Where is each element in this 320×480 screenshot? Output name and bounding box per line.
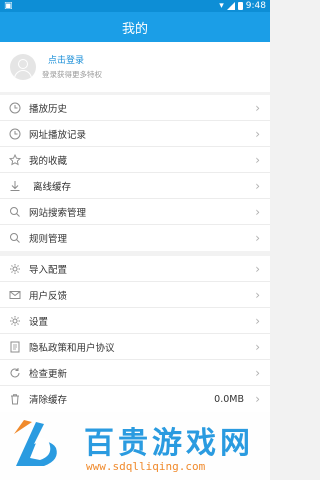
watermark-title: 百贵游戏网	[84, 426, 254, 461]
signal-icon	[226, 2, 235, 10]
watermark-url: www.sdqlliqing.com	[86, 460, 206, 473]
menu-item-import-config[interactable]: 导入配置 ›	[0, 256, 270, 282]
menu-item-label: 网站搜索管理	[29, 207, 87, 219]
menu-item-label: 设置	[29, 316, 49, 328]
chevron-right-icon: ›	[255, 205, 260, 219]
clock-icon	[9, 128, 21, 140]
trash-icon	[9, 393, 21, 405]
chevron-right-icon: ›	[255, 127, 260, 141]
menu-item-label: 清除缓存	[29, 395, 68, 406]
menu-item-label: 导入配置	[29, 264, 68, 276]
menu-item-settings[interactable]: 设置 ›	[0, 308, 270, 334]
search-icon	[9, 232, 21, 244]
watermark-logo-icon	[14, 420, 57, 466]
star-icon	[9, 154, 21, 166]
avatar[interactable]	[10, 54, 36, 80]
battery-icon	[237, 2, 243, 10]
status-time: 9:48	[245, 1, 266, 11]
chevron-right-icon: ›	[255, 101, 260, 115]
login-subtitle: 登录获得更多特权	[42, 70, 102, 79]
clock-icon	[9, 102, 21, 114]
menu-item-check-update[interactable]: 检查更新 ›	[0, 360, 270, 386]
chevron-right-icon: ›	[255, 262, 260, 276]
download-icon	[9, 180, 21, 192]
menu-item-feedback[interactable]: 用户反馈 ›	[0, 282, 270, 308]
chevron-right-icon: ›	[255, 179, 260, 193]
gear-icon	[9, 315, 21, 327]
chevron-right-icon: ›	[255, 314, 260, 328]
chevron-right-icon: ›	[255, 288, 260, 302]
menu-item-rules[interactable]: 规则管理 ›	[0, 225, 270, 251]
menu-item-label: 我的收藏	[29, 155, 68, 167]
page-title: 我的	[121, 21, 148, 37]
cache-size-value: 0.0MB	[214, 393, 244, 405]
chevron-right-icon: ›	[255, 153, 260, 167]
login-card[interactable]: 点击登录 登录获得更多特权	[0, 42, 270, 92]
menu-item-label: 播放历史	[29, 103, 68, 115]
menu-item-label: 规则管理	[29, 234, 68, 245]
chevron-right-icon: ›	[255, 366, 260, 380]
menu-item-privacy[interactable]: 隐私政策和用户协议 ›	[0, 334, 270, 360]
avatar-head-shape	[18, 59, 28, 69]
menu-item-label: 离线缓存	[33, 181, 72, 193]
gear-icon	[9, 263, 21, 275]
menu-group-secondary: 导入配置 › 用户反馈 › 设置 › 隐私政策和用户协议 › 检查更新 › 清除…	[0, 256, 270, 412]
chevron-right-icon: ›	[255, 392, 260, 406]
status-bar: ▣ ▾ 9:48	[0, 0, 270, 12]
avatar-body-shape	[14, 70, 32, 80]
menu-item-label: 隐私政策和用户协议	[29, 342, 115, 354]
android-notification-icon: ▣	[4, 1, 13, 11]
wifi-icon: ▾	[219, 1, 224, 11]
menu-item-url-history[interactable]: 网址播放记录 ›	[0, 121, 270, 147]
menu-group-primary: 播放历史 › 网址播放记录 › 我的收藏 › 离线缓存 › 网站搜索管理 › 规…	[0, 95, 270, 251]
menu-item-site-search[interactable]: 网站搜索管理 ›	[0, 199, 270, 225]
menu-item-offline-cache[interactable]: 离线缓存 ›	[0, 173, 270, 199]
menu-item-label: 用户反馈	[29, 290, 68, 302]
menu-item-favorites[interactable]: 我的收藏 ›	[0, 147, 270, 173]
chevron-right-icon: ›	[255, 340, 260, 354]
menu-item-label: 网址播放记录	[29, 129, 87, 141]
mail-icon	[9, 289, 21, 301]
title-bar: 我的	[0, 12, 270, 42]
document-icon	[9, 341, 21, 353]
chevron-right-icon: ›	[255, 231, 260, 245]
menu-item-label: 检查更新	[29, 368, 68, 380]
refresh-icon	[9, 367, 21, 379]
menu-item-play-history[interactable]: 播放历史 ›	[0, 95, 270, 121]
login-link[interactable]: 点击登录	[48, 53, 84, 66]
watermark-overlay: 百贵游戏网 www.sdqlliqing.com	[0, 408, 270, 480]
search-icon	[9, 206, 21, 218]
